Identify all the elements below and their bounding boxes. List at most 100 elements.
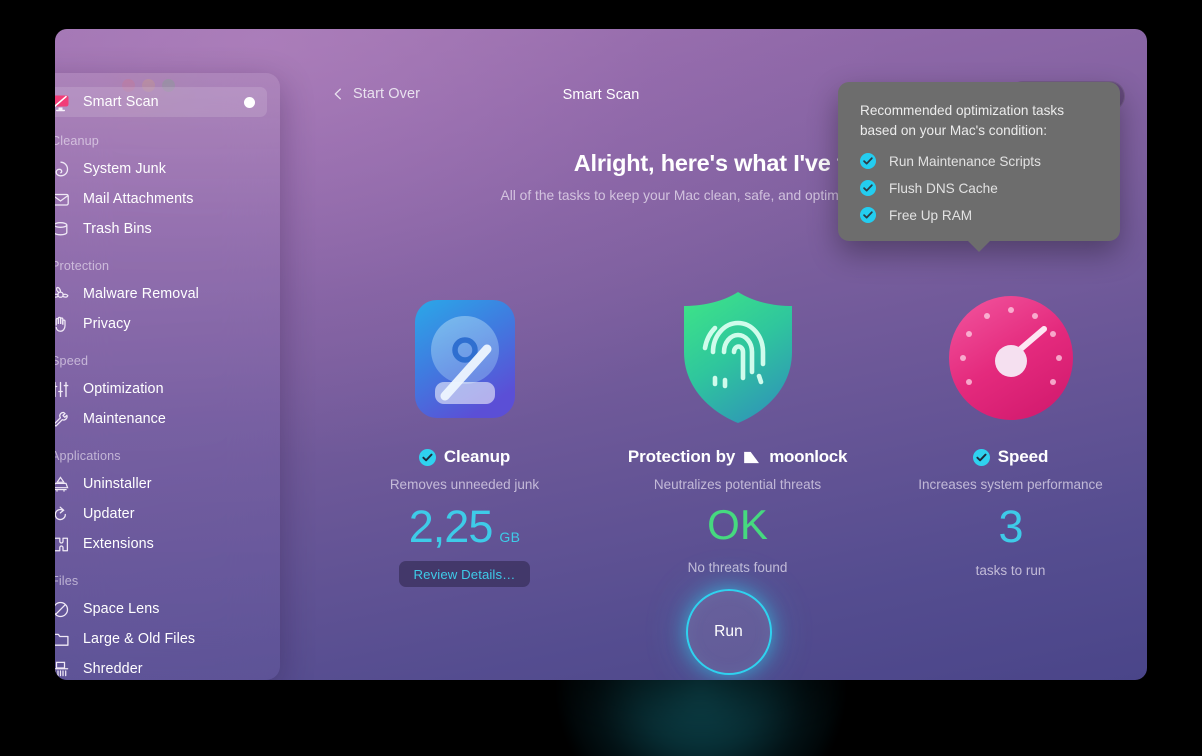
- sidebar-item-large-old-files[interactable]: Large & Old Files: [55, 624, 267, 654]
- speedometer-icon: [948, 285, 1074, 431]
- sidebar-item-trash-bins[interactable]: Trash Bins: [55, 214, 267, 244]
- sidebar-item-smart-scan-label: Smart Scan: [83, 94, 159, 110]
- card-speed: Speed Increases system performance 3 tas…: [874, 285, 1147, 587]
- updater-icon: [55, 505, 70, 524]
- sidebar: Smart Scan Cleanup System Junk Mail Atta…: [55, 73, 280, 680]
- optimization-icon: [55, 380, 70, 399]
- sidebar-group-cleanup: Cleanup: [55, 134, 99, 148]
- sidebar-item-mail-attachments-label: Mail Attachments: [83, 191, 194, 207]
- card-protection: Protection by moonlock Neutralizes poten…: [601, 285, 874, 587]
- mail-attachments-icon: [55, 190, 70, 209]
- card-cleanup-unit: GB: [499, 529, 521, 545]
- card-speed-title: Speed: [972, 447, 1049, 467]
- screen: Start Over Smart Scan Assistant Alright,…: [0, 0, 1202, 756]
- sidebar-item-updater-label: Updater: [83, 506, 135, 522]
- sidebar-list: Smart Scan Cleanup System Junk Mail Atta…: [55, 87, 280, 680]
- sidebar-item-space-lens[interactable]: Space Lens: [55, 594, 267, 624]
- sidebar-item-privacy-label: Privacy: [83, 316, 131, 332]
- review-details-button[interactable]: Review Details…: [398, 561, 531, 587]
- sidebar-item-maintenance[interactable]: Maintenance: [55, 404, 267, 434]
- trash-bins-icon: [55, 220, 70, 239]
- assistant-tooltip-heading: Recommended optimization tasks based on …: [860, 103, 1064, 138]
- sidebar-item-uninstaller-label: Uninstaller: [83, 476, 152, 492]
- moonlock-logo: moonlock: [743, 447, 847, 467]
- large-old-files-icon: [55, 630, 70, 649]
- sidebar-item-shredder-label: Shredder: [83, 661, 143, 677]
- assistant-tooltip: Recommended optimization tasks based on …: [838, 82, 1120, 253]
- card-speed-value: 3: [998, 501, 1023, 552]
- card-protection-status: OK: [707, 501, 768, 548]
- sidebar-item-shredder[interactable]: Shredder: [55, 654, 267, 680]
- sidebar-item-optimization[interactable]: Optimization: [55, 374, 267, 404]
- tooltip-pointer: [967, 240, 991, 253]
- card-cleanup-number: 2,25: [408, 501, 494, 552]
- assistant-task-label: Free Up RAM: [889, 207, 973, 223]
- moonlock-mark-icon: [744, 451, 760, 463]
- sidebar-group-files: Files: [55, 574, 79, 588]
- shredder-icon: [55, 660, 70, 679]
- card-protection-title: Protection by moonlock: [627, 447, 848, 467]
- sidebar-group-speed: Speed: [55, 354, 89, 368]
- sidebar-item-updater[interactable]: Updater: [55, 499, 267, 529]
- chevron-left-icon: [334, 88, 341, 100]
- run-button[interactable]: Run: [685, 589, 772, 675]
- assistant-task-label: Run Maintenance Scripts: [889, 153, 1041, 169]
- space-lens-icon: [55, 600, 70, 619]
- extensions-icon: [55, 535, 70, 554]
- card-protection-label: Protection by: [627, 447, 736, 466]
- sidebar-group-applications: Applications: [55, 449, 121, 463]
- sidebar-item-malware-removal[interactable]: Malware Removal: [55, 279, 267, 309]
- card-protection-footer: No threats found: [687, 560, 788, 575]
- sidebar-item-large-old-files-label: Large & Old Files: [83, 631, 196, 647]
- card-speed-subtitle: Increases system performance: [918, 477, 1103, 492]
- card-cleanup-subtitle: Removes unneeded junk: [389, 477, 540, 492]
- privacy-icon: [55, 315, 70, 334]
- run-button-wrap: Run: [310, 589, 1147, 675]
- results-cards: Cleanup Removes unneeded junk 2,25 GB Re…: [310, 285, 1147, 587]
- card-protection-value: OK: [707, 504, 768, 546]
- assistant-task-list: Run Maintenance Scripts Flush DNS Cache …: [860, 153, 1100, 224]
- card-speed-number: 3: [998, 501, 1023, 552]
- hard-drive-icon: [414, 285, 515, 431]
- sidebar-item-privacy[interactable]: Privacy: [55, 309, 267, 339]
- smart-scan-icon: [55, 93, 70, 112]
- card-speed-footer: tasks to run: [975, 563, 1046, 578]
- sidebar-item-optimization-label: Optimization: [83, 381, 164, 397]
- assistant-task-row[interactable]: Free Up RAM: [860, 207, 1100, 224]
- system-junk-icon: [55, 160, 70, 179]
- smart-scan-status-dot: [244, 96, 255, 108]
- start-over-button[interactable]: Start Over: [332, 86, 420, 102]
- sidebar-item-system-junk[interactable]: System Junk: [55, 154, 267, 184]
- sidebar-item-maintenance-label: Maintenance: [83, 411, 166, 427]
- shield-fingerprint-icon: [677, 285, 799, 431]
- card-cleanup-value: 2,25 GB: [409, 504, 520, 549]
- start-over-label: Start Over: [353, 86, 421, 102]
- sidebar-item-space-lens-label: Space Lens: [83, 601, 160, 617]
- sidebar-item-extensions[interactable]: Extensions: [55, 529, 267, 559]
- sidebar-group-protection: Protection: [55, 259, 110, 273]
- assistant-task-row[interactable]: Flush DNS Cache: [860, 180, 1100, 197]
- card-cleanup-label: Cleanup: [443, 447, 511, 466]
- sidebar-item-mail-attachments[interactable]: Mail Attachments: [55, 184, 267, 214]
- check-circle-icon: [860, 153, 876, 170]
- moonlock-wordmark: moonlock: [769, 447, 848, 466]
- sidebar-item-malware-removal-label: Malware Removal: [83, 286, 199, 302]
- maintenance-icon: [55, 410, 70, 429]
- sidebar-item-trash-bins-label: Trash Bins: [83, 221, 152, 237]
- sidebar-item-smart-scan[interactable]: Smart Scan: [55, 87, 267, 117]
- assistant-task-label: Flush DNS Cache: [889, 180, 998, 196]
- card-protection-subtitle: Neutralizes potential threats: [653, 477, 822, 492]
- sidebar-item-uninstaller[interactable]: Uninstaller: [55, 469, 267, 499]
- check-circle-icon: [418, 448, 436, 466]
- assistant-task-row[interactable]: Run Maintenance Scripts: [860, 153, 1100, 170]
- check-circle-icon: [972, 448, 990, 466]
- malware-removal-icon: [55, 285, 70, 304]
- sidebar-item-system-junk-label: System Junk: [83, 161, 166, 177]
- card-cleanup: Cleanup Removes unneeded junk 2,25 GB Re…: [328, 285, 601, 587]
- uninstaller-icon: [55, 475, 70, 494]
- sidebar-item-extensions-label: Extensions: [83, 536, 154, 552]
- card-cleanup-title: Cleanup: [418, 447, 511, 467]
- check-circle-icon: [860, 207, 876, 224]
- card-speed-label: Speed: [997, 447, 1049, 466]
- check-circle-icon: [860, 180, 876, 197]
